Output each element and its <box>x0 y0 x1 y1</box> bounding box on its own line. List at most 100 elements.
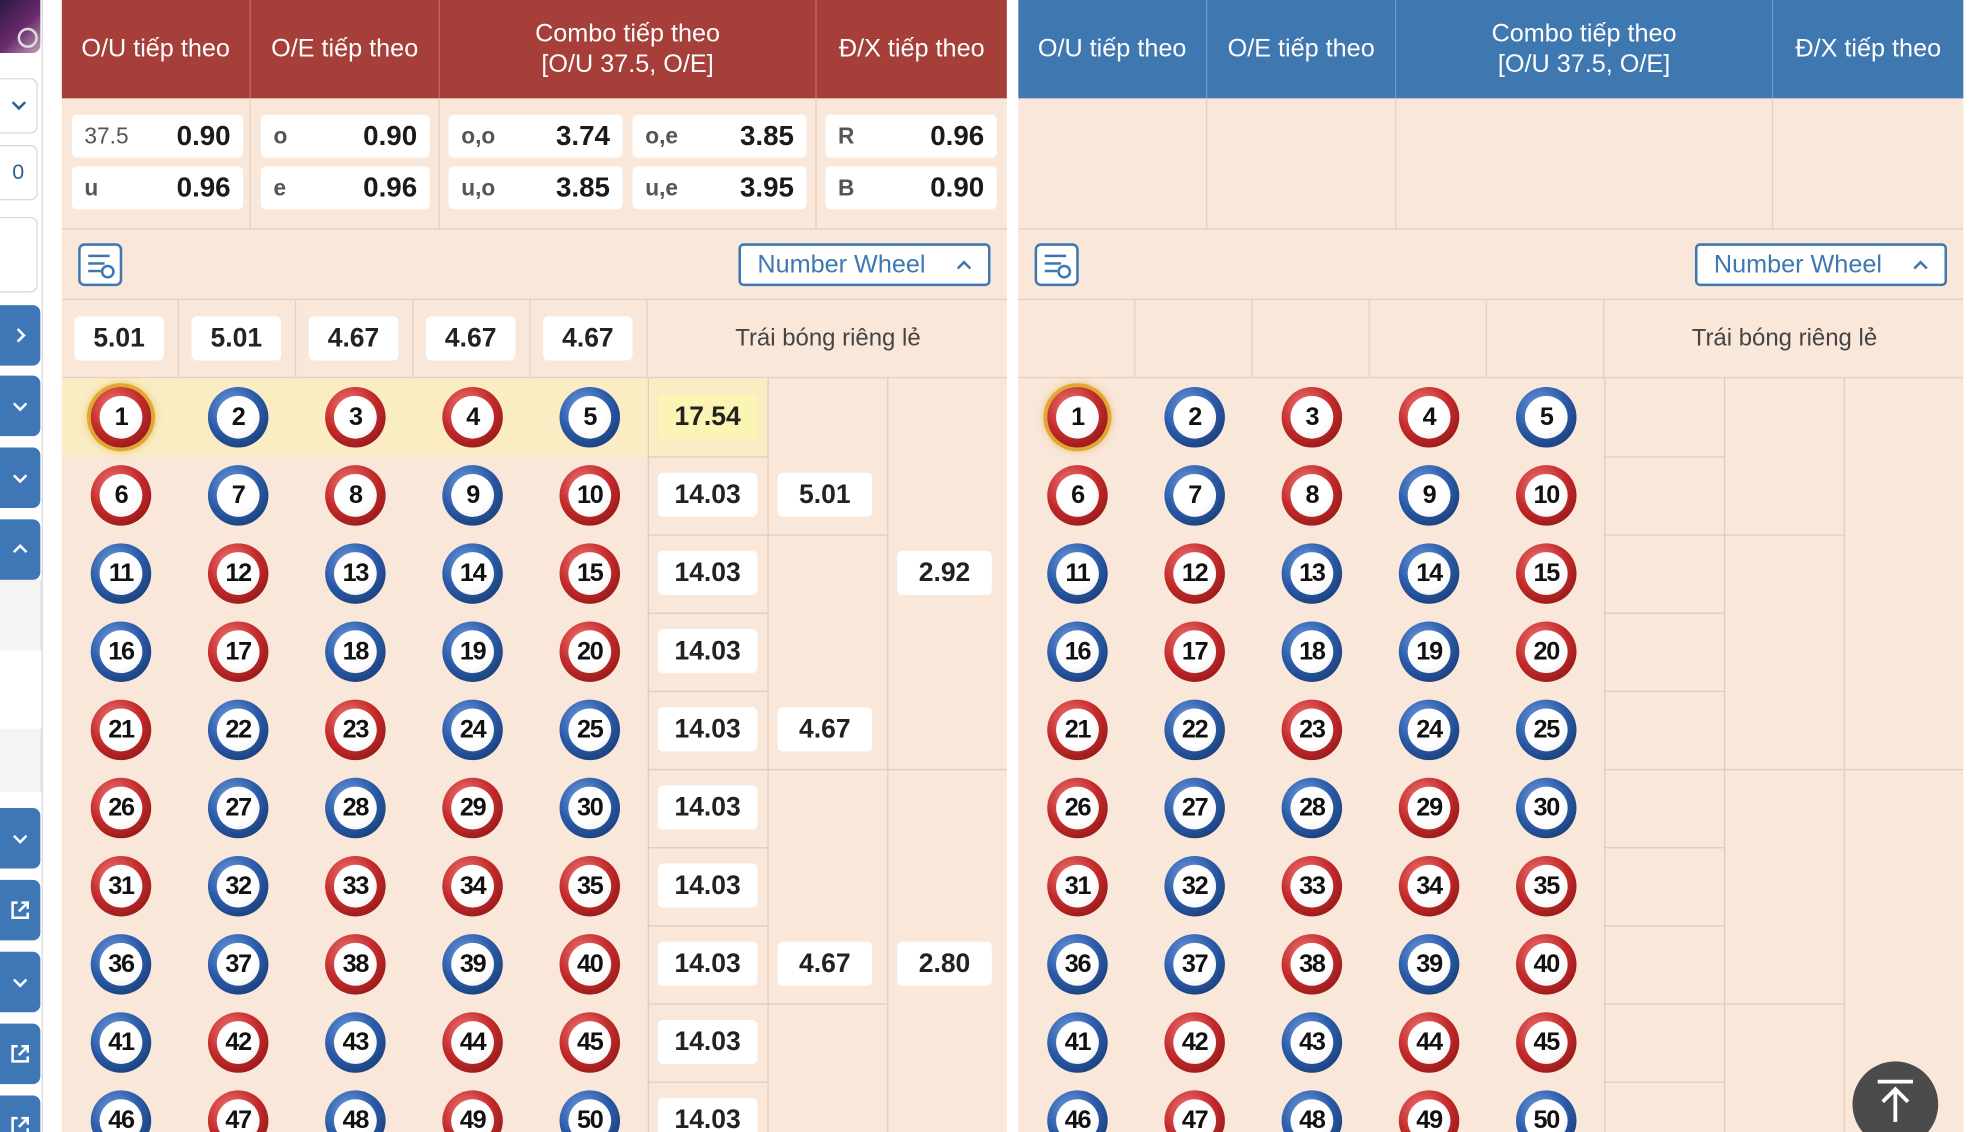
column-4-odds-button[interactable]: 4.67 <box>425 316 516 361</box>
number-ball-41[interactable]: 41 <box>1047 1012 1108 1073</box>
ou-over-odds-button[interactable]: 37.5 0.90 <box>71 114 244 158</box>
number-ball-16[interactable]: 16 <box>90 621 152 682</box>
number-ball-10[interactable]: 10 <box>1516 465 1577 526</box>
number-ball-17[interactable]: 17 <box>1164 621 1225 682</box>
number-ball-47[interactable]: 47 <box>207 1090 269 1132</box>
number-ball-34[interactable]: 34 <box>1398 855 1460 917</box>
row-group-1-odds-button[interactable]: 5.01 <box>777 472 873 517</box>
combo-under-even-odds-button[interactable]: u,e 3.95 <box>632 166 807 210</box>
single-ball-row-4-odds-button[interactable]: 14.03 <box>657 629 758 674</box>
number-ball-26[interactable]: 26 <box>1047 777 1108 839</box>
number-ball-45[interactable]: 45 <box>559 1012 621 1073</box>
number-ball-19[interactable]: 19 <box>1398 621 1460 682</box>
number-ball-39[interactable]: 39 <box>442 934 503 995</box>
number-ball-50[interactable]: 50 <box>559 1090 621 1132</box>
number-ball-11[interactable]: 11 <box>1047 543 1108 604</box>
number-ball-28[interactable]: 28 <box>1281 777 1343 839</box>
number-ball-10[interactable]: 10 <box>559 465 621 526</box>
number-ball-38[interactable]: 38 <box>1281 934 1343 995</box>
number-ball-17[interactable]: 17 <box>207 621 269 682</box>
half-1-odds-button[interactable]: 2.92 <box>897 550 992 596</box>
number-ball-48[interactable]: 48 <box>325 1090 386 1132</box>
column-2-odds-button[interactable]: 5.01 <box>191 316 282 361</box>
ou-under-odds-button[interactable]: u 0.96 <box>71 166 244 210</box>
number-ball-18[interactable]: 18 <box>1281 621 1343 682</box>
dropdown-button-4[interactable] <box>0 808 41 869</box>
number-ball-8[interactable]: 8 <box>1281 465 1343 526</box>
expand-button[interactable] <box>0 305 41 366</box>
number-ball-49[interactable]: 49 <box>442 1090 503 1132</box>
number-ball-40[interactable]: 40 <box>1516 934 1577 995</box>
number-ball-13[interactable]: 13 <box>325 543 386 604</box>
number-ball-9[interactable]: 9 <box>1398 465 1460 526</box>
number-ball-16[interactable]: 16 <box>1047 621 1108 682</box>
open-external-button-1[interactable] <box>0 879 41 941</box>
number-ball-8[interactable]: 8 <box>325 465 386 526</box>
number-ball-11[interactable]: 11 <box>90 543 152 604</box>
dropdown-button-5[interactable] <box>0 951 41 1013</box>
single-ball-row-9-odds-button[interactable]: 14.03 <box>657 1019 758 1064</box>
number-ball-42[interactable]: 42 <box>207 1012 269 1073</box>
collapse-menu-button-2[interactable] <box>0 447 41 509</box>
number-ball-26[interactable]: 26 <box>90 777 152 839</box>
number-ball-21[interactable]: 21 <box>90 699 152 761</box>
number-ball-20[interactable]: 20 <box>559 621 621 682</box>
oe-even-odds-button[interactable]: e 0.96 <box>260 166 430 210</box>
number-wheel-dropdown[interactable]: Number Wheel <box>738 243 991 287</box>
number-ball-15[interactable]: 15 <box>559 543 621 604</box>
dx-red-odds-button[interactable]: R 0.96 <box>825 114 997 158</box>
number-ball-37[interactable]: 37 <box>207 934 269 995</box>
half-2-odds-button[interactable]: 2.80 <box>897 941 992 986</box>
number-ball-24[interactable]: 24 <box>442 699 503 761</box>
user-avatar[interactable] <box>0 0 41 53</box>
number-ball-19[interactable]: 19 <box>442 621 503 682</box>
number-ball-39[interactable]: 39 <box>1398 934 1460 995</box>
number-ball-9[interactable]: 9 <box>442 465 503 526</box>
number-ball-32[interactable]: 32 <box>207 855 269 917</box>
number-ball-14[interactable]: 14 <box>1398 543 1460 604</box>
combo-over-odd-odds-button[interactable]: o,o 3.74 <box>448 114 623 158</box>
column-1-odds-button[interactable]: 5.01 <box>74 316 164 361</box>
number-ball-22[interactable]: 22 <box>1164 699 1225 761</box>
number-ball-31[interactable]: 31 <box>1047 855 1108 917</box>
number-ball-29[interactable]: 29 <box>442 777 503 839</box>
number-ball-4[interactable]: 4 <box>1398 387 1460 448</box>
open-external-button-2[interactable] <box>0 1023 41 1085</box>
number-ball-12[interactable]: 12 <box>1164 543 1225 604</box>
number-ball-42[interactable]: 42 <box>1164 1012 1225 1073</box>
oe-odd-odds-button[interactable]: o 0.90 <box>260 114 430 158</box>
number-ball-28[interactable]: 28 <box>325 777 386 839</box>
column-3-odds-button[interactable]: 4.67 <box>308 316 399 361</box>
number-ball-46[interactable]: 46 <box>90 1090 152 1132</box>
single-ball-row-6-odds-button[interactable]: 14.03 <box>657 785 758 830</box>
number-ball-2[interactable]: 2 <box>207 387 269 448</box>
number-ball-47[interactable]: 47 <box>1164 1090 1225 1132</box>
number-ball-27[interactable]: 27 <box>207 777 269 839</box>
collapse-menu-button-1[interactable] <box>0 375 41 437</box>
number-ball-2[interactable]: 2 <box>1164 387 1225 448</box>
number-ball-35[interactable]: 35 <box>559 855 621 917</box>
dropdown-toggle-button[interactable] <box>0 78 38 134</box>
number-ball-7[interactable]: 7 <box>1164 465 1225 526</box>
number-ball-25[interactable]: 25 <box>1516 699 1577 761</box>
collapse-menu-button-3[interactable] <box>0 519 41 580</box>
number-ball-33[interactable]: 33 <box>1281 855 1343 917</box>
number-ball-50[interactable]: 50 <box>1516 1090 1577 1132</box>
number-ball-30[interactable]: 30 <box>1516 777 1577 839</box>
single-ball-row-3-odds-button[interactable]: 14.03 <box>657 550 758 596</box>
number-ball-23[interactable]: 23 <box>325 699 386 761</box>
number-ball-29[interactable]: 29 <box>1398 777 1460 839</box>
number-ball-1[interactable]: 1 <box>90 387 152 448</box>
number-ball-3[interactable]: 3 <box>325 387 386 448</box>
number-ball-1[interactable]: 1 <box>1047 387 1108 448</box>
number-ball-25[interactable]: 25 <box>559 699 621 761</box>
number-ball-6[interactable]: 6 <box>1047 465 1108 526</box>
single-ball-row-7-odds-button[interactable]: 14.03 <box>657 863 758 908</box>
number-ball-35[interactable]: 35 <box>1516 855 1577 917</box>
bet-settings-icon[interactable] <box>78 243 123 287</box>
single-ball-row-2-odds-button[interactable]: 14.03 <box>657 472 758 517</box>
number-ball-49[interactable]: 49 <box>1398 1090 1460 1132</box>
number-ball-46[interactable]: 46 <box>1047 1090 1108 1132</box>
number-ball-24[interactable]: 24 <box>1398 699 1460 761</box>
number-ball-44[interactable]: 44 <box>442 1012 503 1073</box>
